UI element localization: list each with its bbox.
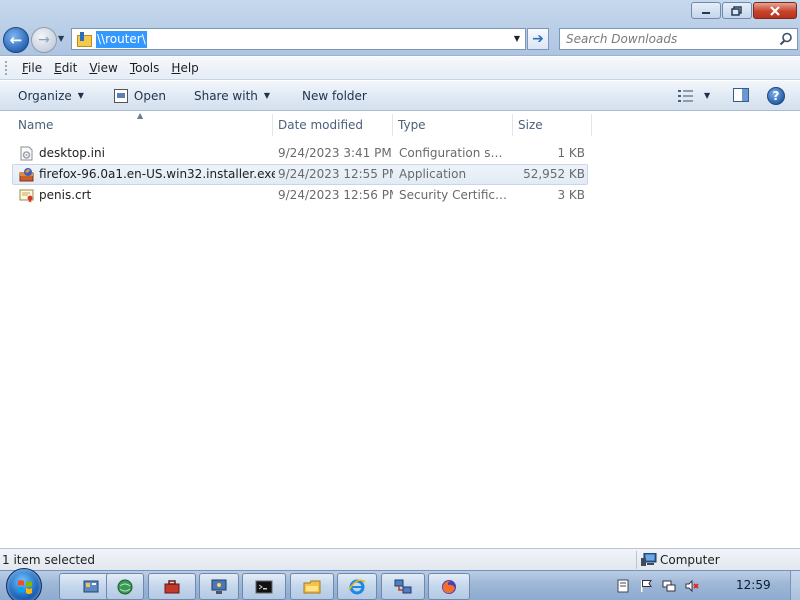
taskbar-app-toolbox[interactable] [148,573,196,600]
certificate-file-icon [19,189,34,203]
taskbar-app-command-prompt[interactable] [242,573,286,600]
menu-tools[interactable]: Tools [124,61,166,75]
remote-desktop-icon [211,579,227,594]
taskbar-app-firefox[interactable] [428,573,470,600]
views-dropdown-icon[interactable]: ▼ [704,91,710,100]
file-date: 9/24/2023 12:56 PM [278,188,393,202]
file-name: firefox-96.0a1.en-US.win32.installer.exe [39,167,275,181]
close-icon [770,5,780,16]
change-view-icon[interactable] [678,89,694,103]
config-file-icon [20,146,33,161]
network-folder-icon [77,32,92,47]
file-date: 9/24/2023 12:55 PM [278,167,393,181]
minimize-button[interactable] [691,2,721,19]
folder-icon [303,580,321,593]
taskbar-app-network[interactable] [106,573,144,600]
file-row-selected[interactable]: firefox-96.0a1.en-US.win32.installer.exe… [12,164,588,185]
recent-pages-dropdown[interactable]: ▼ [58,34,64,43]
menu-help[interactable]: Help [165,61,204,75]
go-arrow-icon: ➔ [532,31,544,47]
column-header: Name Date modified Type Size [0,112,800,138]
column-date-modified[interactable]: Date modified [272,112,391,138]
file-row[interactable]: penis.crt 9/24/2023 12:56 PM Security Ce… [12,185,588,206]
computer-icon [641,553,657,566]
file-date: 9/24/2023 3:41 PM [278,146,392,160]
file-name: desktop.ini [39,146,105,160]
control-panel-icon [83,580,99,592]
taskbar-app-remote[interactable] [199,573,239,600]
column-divider[interactable] [591,114,592,136]
maximize-button[interactable] [722,2,752,19]
menu-file[interactable]: File [16,61,48,75]
restore-icon [731,5,742,16]
go-button[interactable]: ➔ [527,28,549,50]
new-folder-button[interactable]: New folder [293,84,376,108]
sort-ascending-icon: ▲ [137,111,144,120]
close-button[interactable] [753,2,797,19]
column-size[interactable]: Size [512,112,590,138]
file-row[interactable]: desktop.ini 9/24/2023 3:41 PM Configurat… [12,143,588,164]
system-tray [616,574,699,598]
address-path[interactable]: \\router\ [96,30,147,48]
toolbox-icon [164,579,180,593]
search-input[interactable] [566,32,777,46]
search-icon[interactable] [777,30,795,48]
help-icon[interactable]: ? [767,87,785,105]
network-globe-icon [117,579,133,594]
taskbar: 12:59 [0,568,800,600]
back-arrow-icon: ← [9,31,23,49]
command-prompt-icon [255,580,273,593]
internet-explorer-icon [348,579,366,594]
minimize-icon [702,11,710,14]
column-type[interactable]: Type [392,112,511,138]
selection-count: 1 item selected [2,553,96,567]
organize-button[interactable]: Organize ▼ [9,84,93,108]
forward-arrow-icon: → [38,32,50,48]
action-center-flag-icon[interactable] [639,579,653,593]
status-bar: 1 item selected Computer [0,548,800,570]
taskbar-app-network-tool[interactable] [381,573,425,600]
status-divider [636,551,637,569]
menu-grip [5,61,8,75]
chevron-down-icon: ▼ [77,91,84,100]
taskbar-clock[interactable]: 12:59 [736,578,771,592]
menu-edit[interactable]: Edit [48,61,83,75]
open-icon [113,88,128,103]
file-size: 3 KB [557,188,585,202]
location-label: Computer [660,553,720,567]
file-type: Security Certificate [399,188,509,202]
windows-logo-icon [18,580,32,594]
search-box[interactable] [559,28,798,50]
chevron-down-icon: ▼ [263,91,271,100]
preview-pane-icon[interactable] [733,88,749,102]
share-with-button[interactable]: Share with ▼ [185,84,279,108]
file-name: penis.crt [39,188,92,202]
show-desktop-button[interactable] [790,571,800,600]
network-computers-icon [394,579,412,593]
start-button[interactable] [6,568,42,600]
window-controls [691,2,797,19]
file-size: 52,952 KB [523,167,585,181]
volume-muted-icon[interactable] [685,579,699,593]
installer-exe-icon [19,168,34,182]
open-button[interactable]: Open [105,84,175,108]
menu-bar: File Edit View Tools Help [0,57,800,80]
file-type: Configuration sett... [399,146,509,160]
address-history-dropdown[interactable]: ▼ [514,34,520,43]
document-tray-icon[interactable] [616,579,630,593]
taskbar-app-internet-explorer[interactable] [337,573,377,600]
taskbar-app-explorer[interactable] [290,573,334,600]
address-bar[interactable]: \\router\ ▼ [71,28,526,50]
window-titlebar: ← → ▼ \\router\ ▼ ➔ [0,0,800,56]
forward-button[interactable]: → [31,27,57,53]
menu-view[interactable]: View [83,61,123,75]
file-type: Application [399,167,467,181]
back-button[interactable]: ← [3,27,29,53]
network-status-icon[interactable] [662,579,676,593]
file-size: 1 KB [557,146,585,160]
firefox-icon [442,579,456,594]
